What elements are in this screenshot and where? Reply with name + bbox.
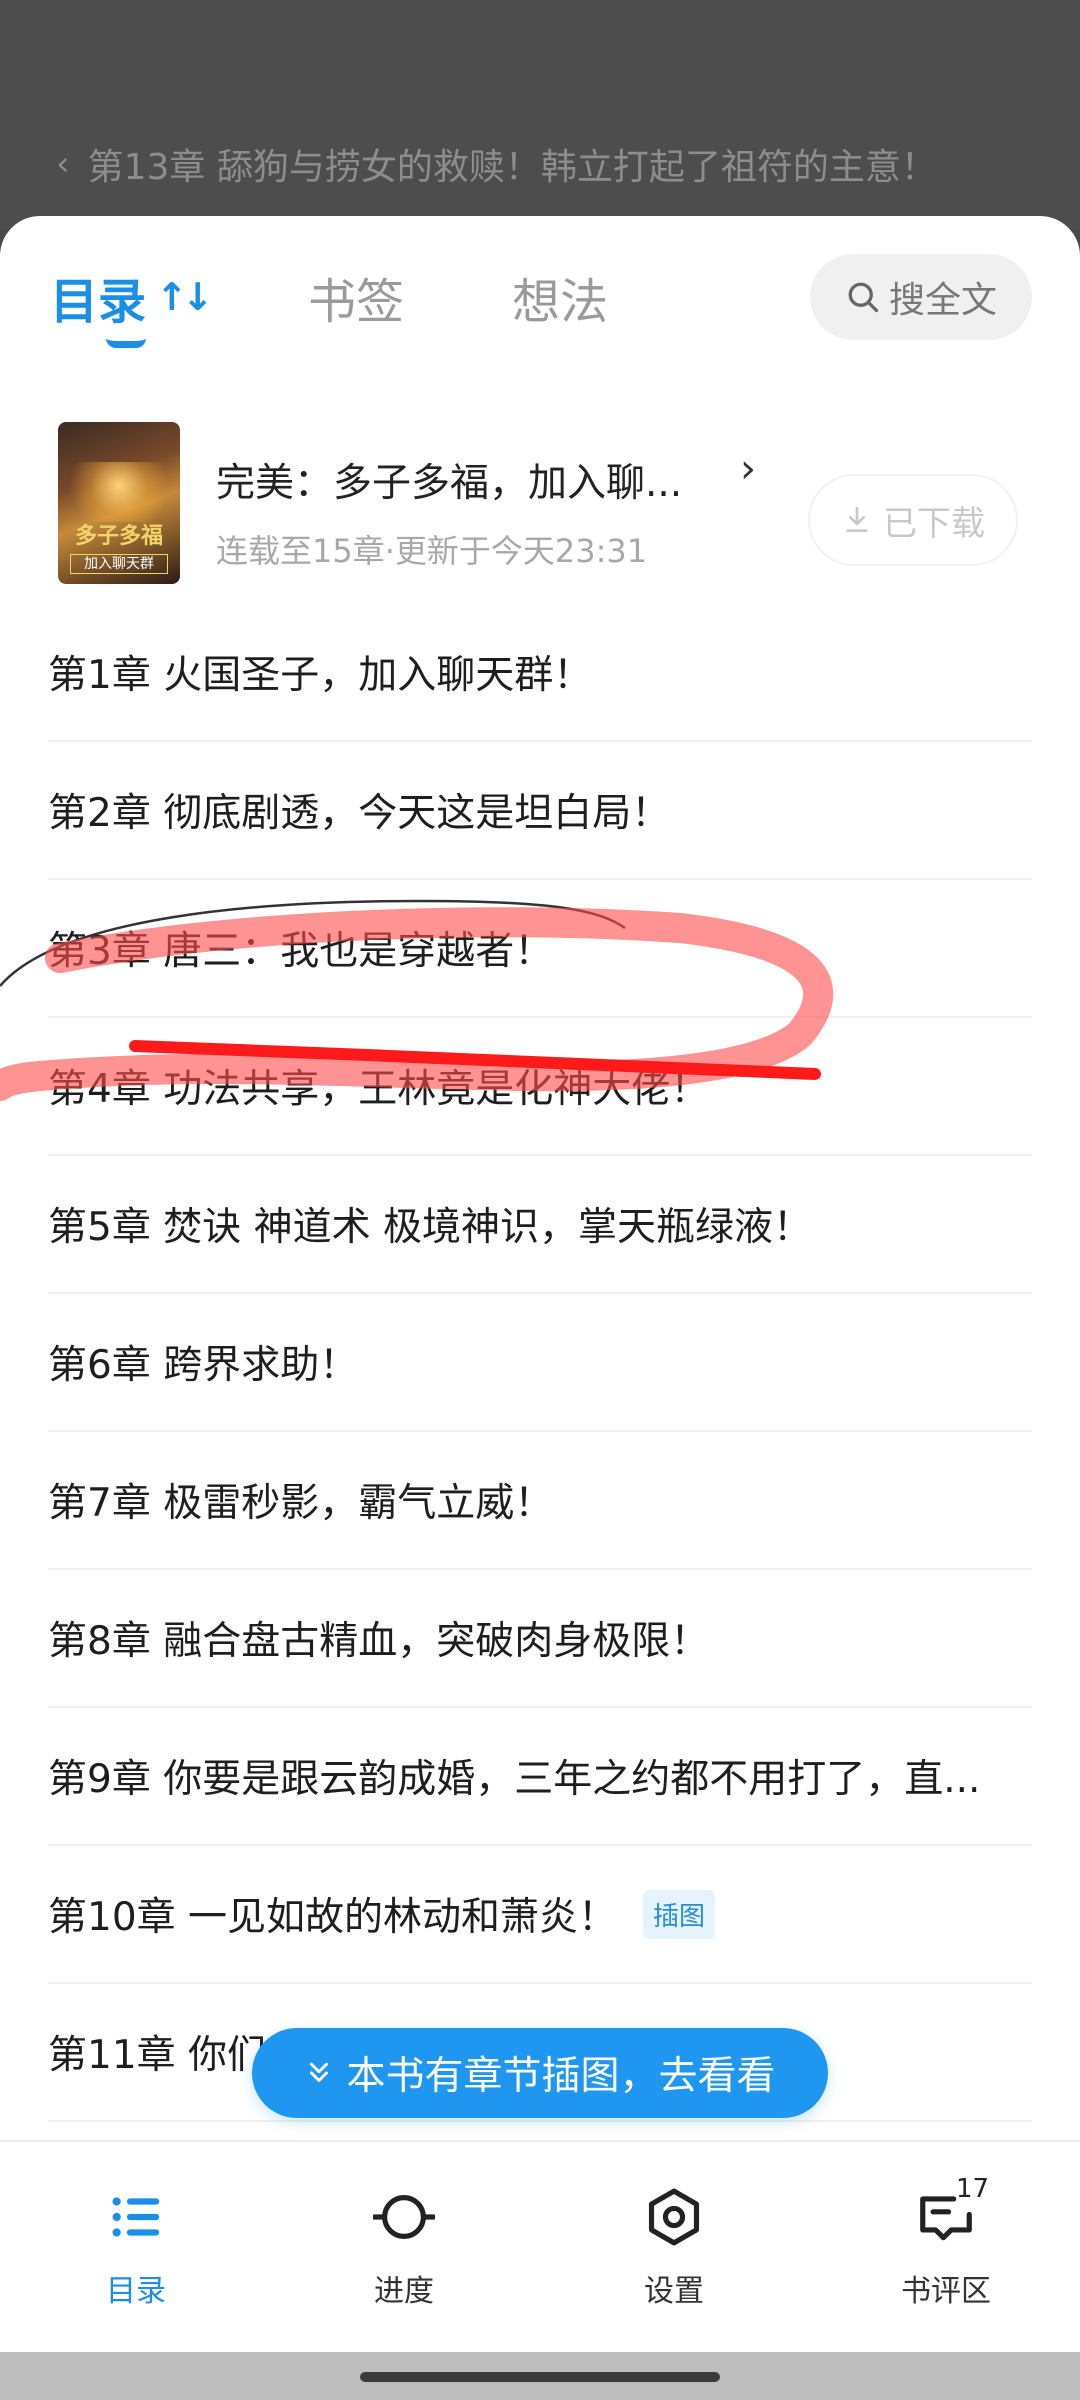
chapter-title: 第10章 一见如故的林动和萧炎！ [48,1895,618,1940]
tab-bar: 目录 ↑↓ 书签 想法 搜全文 [0,216,1080,366]
background-chapter-title: ‹ 第13章 舔狗与捞女的救赎！韩立打起了祖符的主意！ [56,138,937,190]
chapter-item[interactable]: 第4章 功法共享，王林竟是化神大佬！ [48,1018,1032,1156]
sort-order-icon[interactable]: ↑↓ [156,275,214,319]
home-gesture-bar[interactable] [360,2372,720,2382]
downloaded-button[interactable]: 已下载 [808,474,1018,566]
chapter-title: 第5章 焚诀 神道术 极境神识，掌天瓶绿液！ [48,1205,813,1250]
chapter-title: 第11章 你们 [48,2033,267,2078]
downloaded-label: 已下载 [883,503,985,544]
comments-count: 17 [956,2174,990,2204]
book-cover: 多子多福 加入聊天群 [58,422,180,584]
chapter-item[interactable]: 第5章 焚诀 神道术 极境神识，掌天瓶绿液！ [48,1156,1032,1294]
tab-contents-label: 目录 [50,274,147,330]
illustration-badge: 插图 [643,1889,716,1939]
chapter-item[interactable]: 第9章 你要是跟云韵成婚，三年之约都不用打了，直... [48,1708,1032,1846]
tab-bookmarks[interactable]: 书签 [308,262,404,332]
progress-icon [373,2195,435,2239]
cover-subtitle: 加入聊天群 [70,554,168,574]
nav-progress-label: 进度 [374,2274,434,2309]
chapter-title: 第1章 火国圣子，加入聊天群！ [48,653,593,698]
book-info[interactable]: 多子多福 加入聊天群 完美：多子多福，加入聊... › 连载至15章·更新于今天… [0,416,1080,606]
hexagon-settings-icon [648,2188,700,2246]
background-reader-page [0,0,1080,230]
nav-comments-label: 书评区 [901,2274,991,2309]
chapter-item[interactable]: 第6章 跨界求助！ [48,1294,1032,1432]
tab-notes[interactable]: 想法 [512,262,608,332]
background-chapter-title-text: 第13章 舔狗与捞女的救赎！韩立打起了祖符的主意！ [87,147,937,188]
search-full-text-button[interactable]: 搜全文 [810,254,1032,340]
view-illustrations-banner[interactable]: 本书有章节插图，去看看 [252,2028,828,2118]
chapter-item[interactable]: 第3章 唐三：我也是穿越者！ [48,880,1032,1018]
nav-settings[interactable]: 设置 [584,2186,764,2326]
chapter-title: 第7章 极雷秒影，霸气立威！ [48,1481,554,1526]
chapter-title: 第4章 功法共享，王林竟是化神大佬！ [48,1067,710,1112]
nav-comments[interactable]: 17 书评区 [856,2174,1036,2326]
chevron-right-icon[interactable]: › [740,446,756,492]
cover-title: 多子多福 [74,524,163,549]
chapter-list: 第1章 火国圣子，加入聊天群！ 第2章 彻底剧透，今天这是坦白局！ 第3章 唐三… [0,604,1080,2122]
nav-contents-label: 目录 [106,2274,166,2309]
chapter-title: 第9章 你要是跟云韵成婚，三年之约都不用打了，直... [48,1757,981,1802]
book-title[interactable]: 完美：多子多福，加入聊... [216,452,682,508]
chapter-item[interactable]: 第10章 一见如故的林动和萧炎！ 插图 [48,1846,1032,1984]
tab-contents[interactable]: 目录 ↑↓ [50,262,214,332]
chapter-title: 第2章 彻底剧透，今天这是坦白局！ [48,791,671,836]
search-full-text-label: 搜全文 [888,280,997,321]
nav-progress[interactable]: 进度 [314,2186,494,2326]
download-icon [846,506,868,532]
chapter-title: 第8章 融合盘古精血，突破肉身极限！ [48,1619,710,1664]
chapter-item[interactable]: 第1章 火国圣子，加入聊天群！ [48,604,1032,742]
double-chevron-down-icon [310,2062,329,2082]
chapter-title: 第6章 跨界求助！ [48,1343,359,1388]
table-of-contents-sheet: 目录 ↑↓ 书签 想法 搜全文 多子多福 加入聊天群 完美：多子多福，加入聊..… [0,216,1080,2400]
book-update-status: 连载至15章·更新于今天23:31 [216,532,648,570]
chapter-item[interactable]: 第2章 彻底剧透，今天这是坦白局！ [48,742,1032,880]
nav-contents[interactable]: 目录 [46,2186,226,2326]
tab-active-indicator [106,338,146,348]
search-icon [848,282,879,313]
chapter-item[interactable]: 第8章 融合盘古精血，突破肉身极限！ [48,1570,1032,1708]
nav-settings-label: 设置 [644,2274,704,2309]
chapter-item[interactable]: 第7章 极雷秒影，霸气立威！ [48,1432,1032,1570]
chapter-title: 第3章 唐三：我也是穿越者！ [48,929,554,974]
chevron-left-icon: ‹ [56,144,70,184]
view-illustrations-label: 本书有章节插图，去看看 [346,2054,776,2099]
list-icon [112,2197,160,2237]
